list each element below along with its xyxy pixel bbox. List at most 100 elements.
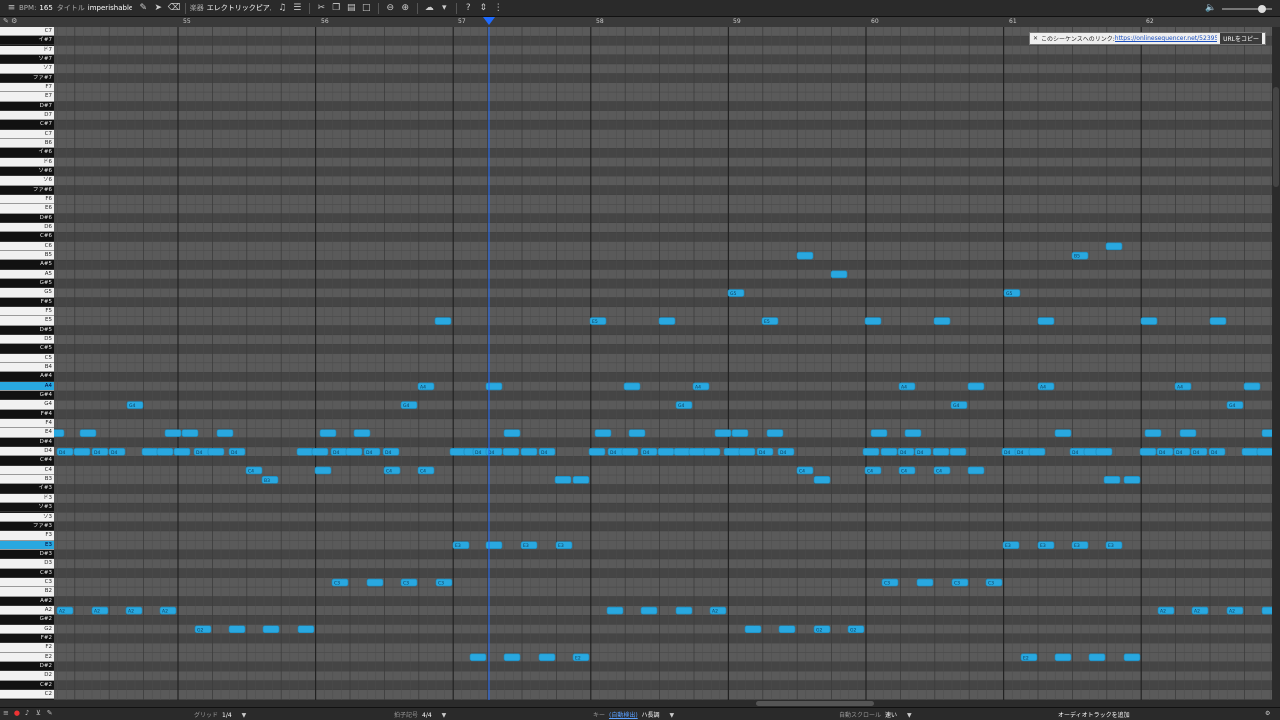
note-row[interactable] <box>54 129 1272 139</box>
more-icon[interactable]: ⋮ <box>493 3 504 14</box>
note-row[interactable] <box>54 400 1272 410</box>
instrument-icon[interactable]: ♪ <box>25 709 34 717</box>
piano-key[interactable]: D6 <box>0 222 54 233</box>
note-body[interactable] <box>1261 429 1272 437</box>
volume-slider[interactable] <box>1222 4 1272 13</box>
note-block[interactable]: B5 <box>1071 251 1089 260</box>
note-body[interactable] <box>744 625 762 634</box>
note-body[interactable] <box>1243 382 1261 391</box>
note-row[interactable] <box>54 671 1272 681</box>
note-body[interactable] <box>813 476 831 484</box>
note-row[interactable] <box>54 353 1272 364</box>
note-block[interactable] <box>1095 447 1113 456</box>
piano-key[interactable]: E3 <box>0 540 54 550</box>
note-row[interactable] <box>54 194 1272 205</box>
note-body[interactable] <box>1054 653 1072 662</box>
note-row[interactable] <box>54 475 1272 485</box>
piano-key[interactable]: ファ#3 <box>0 521 54 532</box>
note-block[interactable]: E3 <box>1071 541 1089 550</box>
piano-key[interactable]: C4 <box>0 465 54 476</box>
speaker-icon[interactable]: 🔈 <box>1205 3 1216 14</box>
note-block[interactable] <box>1105 242 1123 251</box>
note-block[interactable] <box>623 382 641 391</box>
note-block[interactable]: C4 <box>245 466 263 475</box>
note-body[interactable] <box>296 447 314 456</box>
piano-roll-grid[interactable]: B5 G5 G5 E5 E5 A4 A4 A4 A4 A4 G4 G4 G4 G4 G4 D4 D4 D4 D4 D4… <box>54 27 1272 700</box>
key-auto-detect-link[interactable]: (自動検出) <box>609 712 638 719</box>
note-block[interactable]: D4 <box>1156 447 1174 456</box>
note-body[interactable] <box>173 447 191 456</box>
note-body[interactable] <box>731 429 749 437</box>
piano-key[interactable]: D2 <box>0 671 54 681</box>
note-block[interactable] <box>296 447 314 456</box>
note-body[interactable] <box>675 606 693 615</box>
note-block[interactable] <box>949 447 967 456</box>
note-row[interactable] <box>54 577 1272 588</box>
note-row[interactable] <box>54 615 1272 625</box>
note-body[interactable] <box>1123 653 1141 662</box>
note-block[interactable]: A2 <box>709 606 727 615</box>
note-body[interactable] <box>469 653 487 662</box>
piano-key[interactable]: F2 <box>0 643 54 653</box>
note-block[interactable]: C4 <box>417 466 435 475</box>
note-body[interactable] <box>485 382 503 391</box>
note-block[interactable]: D4 <box>228 447 246 456</box>
note-block[interactable] <box>1054 653 1072 662</box>
note-body[interactable] <box>1095 447 1113 456</box>
note-block[interactable]: E3 <box>555 541 573 550</box>
piano-key[interactable]: イ#6 <box>0 148 54 158</box>
note-body[interactable] <box>503 653 521 662</box>
note-block[interactable] <box>1261 606 1272 615</box>
cloud-save-icon[interactable]: ☁ <box>424 3 435 14</box>
note-body[interactable] <box>796 251 814 260</box>
note-block[interactable] <box>485 541 503 550</box>
note-block[interactable] <box>1103 476 1121 484</box>
note-row[interactable] <box>54 64 1272 74</box>
copy-icon[interactable]: ❐ <box>331 3 342 14</box>
note-block[interactable]: D4 <box>1069 447 1087 456</box>
note-body[interactable] <box>594 429 612 437</box>
note-body[interactable] <box>54 429 65 437</box>
note-body[interactable] <box>311 447 329 456</box>
note-block[interactable] <box>658 317 676 325</box>
piano-key[interactable]: F3 <box>0 531 54 541</box>
note-block[interactable] <box>731 429 749 437</box>
note-row[interactable] <box>54 110 1272 121</box>
piano-key[interactable]: B6 <box>0 138 54 149</box>
piano-key[interactable]: D#2 <box>0 661 54 672</box>
note-row[interactable] <box>54 250 1272 261</box>
note-block[interactable] <box>967 382 985 391</box>
time-signature-setting[interactable]: 拍子記号 4/4 ▼ <box>394 710 446 719</box>
note-block[interactable]: A2 <box>1157 606 1175 615</box>
chevron-down-icon[interactable]: ▼ <box>242 712 247 719</box>
note-block[interactable] <box>813 476 831 484</box>
note-row[interactable] <box>54 297 1272 308</box>
note-block[interactable] <box>932 447 950 456</box>
note-body[interactable] <box>1209 317 1227 325</box>
note-block[interactable]: G4 <box>675 401 693 410</box>
piano-key[interactable]: D#5 <box>0 325 54 336</box>
note-body[interactable] <box>916 578 934 587</box>
expand-icon[interactable]: ⇕ <box>478 3 489 14</box>
piano-key[interactable]: ド6 <box>0 157 54 167</box>
note-row[interactable] <box>54 54 1272 65</box>
note-block[interactable]: A4 <box>1174 382 1192 391</box>
piano-key[interactable]: C#5 <box>0 344 54 354</box>
note-block[interactable] <box>79 429 97 437</box>
volume-slider-knob[interactable] <box>1258 4 1266 13</box>
note-block[interactable] <box>723 447 741 456</box>
note-block[interactable] <box>366 578 384 587</box>
note-body[interactable] <box>1088 653 1106 662</box>
note-block[interactable]: C4 <box>933 466 951 475</box>
note-block[interactable] <box>469 653 487 662</box>
note-body[interactable] <box>1037 317 1055 325</box>
note-row[interactable] <box>54 643 1272 653</box>
note-body[interactable] <box>262 625 280 634</box>
piano-key[interactable]: F4 <box>0 419 54 429</box>
piano-key[interactable]: A#5 <box>0 260 54 270</box>
paste-icon[interactable]: ▤ <box>346 3 357 14</box>
chevron-down-icon[interactable]: ▼ <box>442 712 447 719</box>
bpm-value[interactable]: 165 <box>39 4 52 12</box>
note-row[interactable] <box>54 484 1272 494</box>
note-row[interactable] <box>54 279 1272 289</box>
